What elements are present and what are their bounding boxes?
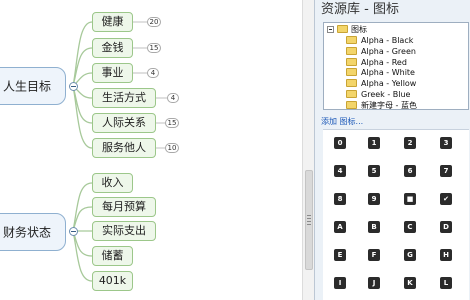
library-icon[interactable]: 2 (404, 137, 416, 149)
topic-serve-others[interactable]: 服务他人 (92, 138, 156, 158)
collapse-toggle-icon[interactable] (69, 82, 78, 91)
collapse-toggle-icon[interactable] (69, 227, 78, 236)
library-icon[interactable]: 4 (334, 165, 346, 177)
scrollbar-thumb[interactable] (305, 170, 313, 270)
library-icon[interactable]: 5 (368, 165, 380, 177)
root-topic-finance[interactable]: 财务状态 (0, 213, 66, 251)
topic-lifestyle[interactable]: 生活方式 (92, 88, 156, 108)
mindmap-canvas[interactable]: 人生目标 财务状态 健康 20 金钱 15 事业 4 生活方式 4 人际关系 1… (0, 0, 302, 300)
root-topic-label: 人生目标 (2, 79, 51, 94)
library-icon[interactable]: 1 (368, 137, 380, 149)
topic-income[interactable]: 收入 (92, 173, 133, 193)
icon-grid: 0 1 2 3 4 5 6 7 8 9 ■ ✔ A B C D E F G H I J K L (323, 129, 469, 300)
library-icon[interactable]: 7 (440, 165, 452, 177)
library-icon[interactable]: G (404, 249, 416, 261)
library-icon[interactable]: C (404, 221, 416, 233)
folder-icon (346, 68, 357, 77)
folder-icon (346, 90, 357, 98)
count-badge: 15 (165, 118, 179, 128)
topic-career[interactable]: 事业 (92, 63, 133, 83)
topic-actual-spending[interactable]: 实际支出 (92, 221, 156, 241)
library-icon[interactable]: 0 (334, 137, 346, 149)
tree-item-label: Alpha - Red (361, 57, 407, 67)
folder-icon (337, 25, 348, 33)
tree-item-label: Alpha - Green (361, 46, 416, 56)
root-topic-life-goals[interactable]: 人生目标 (0, 67, 66, 105)
tree-item-label: Alpha - Yellow (361, 79, 417, 89)
count-badge: 4 (147, 68, 159, 78)
topic-relationships[interactable]: 人际关系 (92, 113, 156, 133)
panel-title: 资源库 - 图标 (321, 2, 399, 17)
topic-401k[interactable]: 401k (92, 271, 133, 291)
count-badge: 20 (147, 17, 161, 27)
topic-savings[interactable]: 储蓄 (92, 246, 133, 266)
library-icon[interactable]: F (368, 249, 380, 261)
folder-icon (346, 46, 357, 55)
library-icon[interactable]: 8 (334, 193, 346, 205)
library-icon[interactable]: 3 (440, 137, 452, 149)
library-icon[interactable]: H (440, 249, 452, 261)
library-icon[interactable]: A (334, 221, 346, 233)
tree-item-label: Greek - Blue (361, 90, 411, 99)
library-icon[interactable]: J (368, 277, 380, 289)
library-icon[interactable]: I (334, 277, 346, 289)
topic-monthly-budget[interactable]: 每月预算 (92, 197, 156, 217)
folder-icon (346, 100, 357, 109)
library-icon[interactable]: D (440, 221, 452, 233)
folder-icon (346, 57, 357, 66)
library-icon[interactable]: ■ (404, 193, 416, 205)
scrollbar-grip-icon (307, 215, 311, 227)
count-badge: 10 (165, 143, 179, 153)
folder-icon (346, 36, 357, 44)
add-icon-link[interactable]: 添加 图标... (321, 116, 363, 127)
library-icon[interactable]: B (368, 221, 380, 233)
count-badge: 4 (167, 93, 179, 103)
library-icon[interactable]: K (404, 277, 416, 289)
root-topic-label: 财务状态 (2, 225, 51, 240)
library-icon[interactable]: 6 (404, 165, 416, 177)
vertical-scrollbar[interactable] (302, 0, 314, 300)
topic-health[interactable]: 健康 (92, 12, 133, 32)
tree-item-label: 新建字母 - 蓝色 (361, 100, 417, 110)
folder-icon (346, 79, 357, 88)
icon-library-tree[interactable]: 图标 Alpha - Black Alpha - Green Alpha - Red… (323, 22, 469, 110)
library-icon[interactable]: 9 (368, 193, 380, 205)
library-icon[interactable]: E (334, 249, 346, 261)
tree-item-label: Alpha - White (361, 68, 415, 78)
tree-collapse-icon[interactable] (327, 26, 334, 33)
tree-root-label: 图标 (351, 25, 367, 34)
library-panel: 资源库 - 图标 图标 Alpha - Black Alpha - Green Al… (314, 0, 470, 300)
tree-item-label: Alpha - Black (361, 36, 414, 45)
library-icon[interactable]: ✔ (440, 193, 452, 205)
topic-money[interactable]: 金钱 (92, 38, 133, 58)
library-icon[interactable]: L (440, 277, 452, 289)
count-badge: 15 (147, 43, 161, 53)
